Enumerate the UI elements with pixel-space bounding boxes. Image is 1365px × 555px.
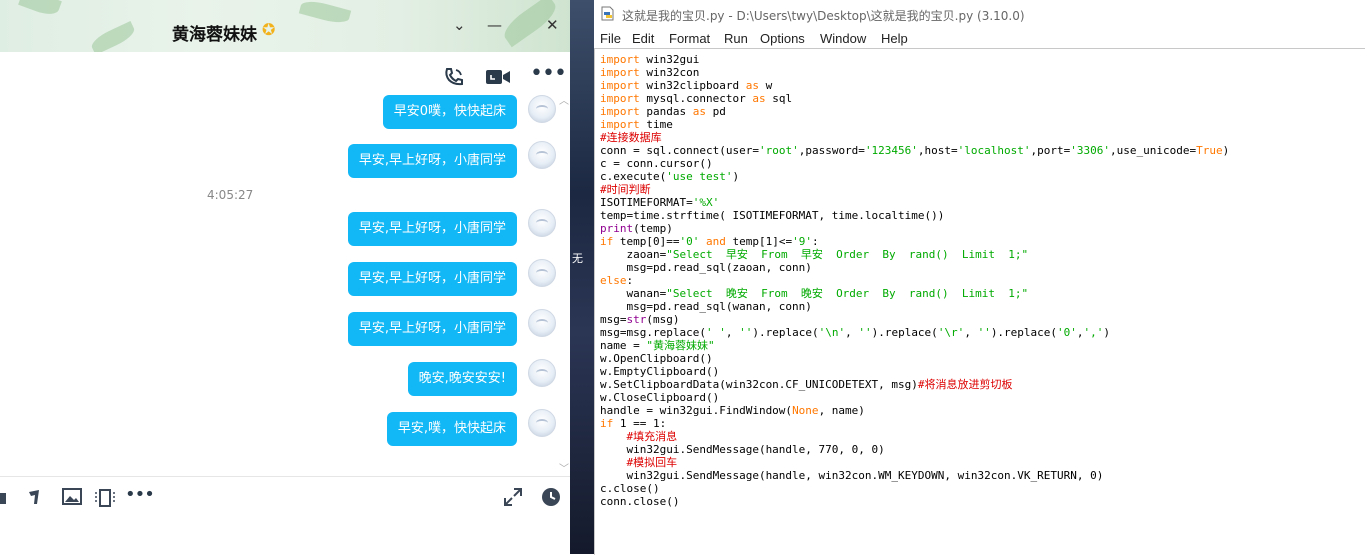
message-bubble[interactable]: 早安0噗，快快起床 [382,95,517,129]
code-line[interactable]: import time [600,118,1229,131]
message-bubble[interactable]: 晚安,晚安安安! [407,362,517,396]
code-line[interactable]: #时间判断 [600,183,1229,196]
message-bubble[interactable]: 早安,早上好呀，小唐同学 [347,212,517,246]
bamboo-leaf-decoration [88,21,138,52]
avatar[interactable] [528,95,556,123]
more-icon[interactable]: ••• [125,485,155,505]
menu-help[interactable]: Help [881,31,908,46]
desktop-background-strip [570,0,594,554]
bamboo-leaf-decoration [298,0,352,27]
chat-window: 黄海蓉妹妹 ✪ ⌄ — ✕ ••• ︿ 早安0噗，快快起床 早安,早上好呀，小唐… [0,0,570,554]
idle-editor-window: 这就是我的宝贝.py - D:\Users\twy\Desktop\这就是我的宝… [594,0,1365,555]
image-icon[interactable] [62,488,82,509]
code-line[interactable]: w.SetClipboardData(win32con.CF_UNICODETE… [600,378,1229,391]
chat-header: 黄海蓉妹妹 ✪ ⌄ — ✕ [0,0,570,52]
code-line[interactable]: wanan="Select 晚安 From 晚安 Order By rand()… [600,287,1229,300]
code-line[interactable]: conn.close() [600,495,1229,508]
code-line[interactable]: name = "黄海蓉妹妹" [600,339,1229,352]
code-line[interactable]: c.execute('use test') [600,170,1229,183]
code-line[interactable]: w.OpenClipboard() [600,352,1229,365]
desktop-text-fragment: 无 [572,252,583,265]
video-call-icon[interactable] [485,67,511,90]
bamboo-leaf-decoration [18,0,62,19]
phone-call-icon[interactable] [443,66,465,91]
scissors-icon[interactable] [27,488,45,509]
screen-capture-icon[interactable] [93,488,117,511]
code-line[interactable]: import pandas as pd [600,105,1229,118]
close-icon[interactable]: ✕ [546,16,559,34]
code-line[interactable]: if 1 == 1: [600,417,1229,430]
code-line[interactable]: w.CloseClipboard() [600,391,1229,404]
avatar[interactable] [528,359,556,387]
avatar[interactable] [528,141,556,169]
code-line[interactable]: ISOTIMEFORMAT='%X' [600,196,1229,209]
code-line[interactable]: import mysql.connector as sql [600,92,1229,105]
code-line[interactable]: import win32clipboard as w [600,79,1229,92]
scroll-down-icon[interactable]: ﹀ [559,460,569,475]
menu-window[interactable]: Window [820,31,866,46]
avatar[interactable] [528,409,556,437]
avatar[interactable] [528,209,556,237]
folder-icon[interactable] [0,489,8,509]
menu-edit[interactable]: Edit [632,31,654,46]
python-file-icon [601,6,614,21]
message-bubble[interactable]: 早安,早上好呀，小唐同学 [347,312,517,346]
star-icon: ✪ [262,20,276,39]
more-icon[interactable]: ••• [530,63,567,85]
code-line[interactable]: else: [600,274,1229,287]
time-separator: 4:05:27 [207,188,254,202]
code-line[interactable]: win32gui.SendMessage(handle, win32con.WM… [600,469,1229,482]
code-line[interactable]: import win32gui [600,53,1229,66]
history-clock-icon[interactable] [541,487,561,510]
message-bubble[interactable]: 早安,早上好呀，小唐同学 [347,262,517,296]
avatar[interactable] [528,309,556,337]
code-line[interactable]: import win32con [600,66,1229,79]
code-line[interactable]: msg=str(msg) [600,313,1229,326]
message-bubble[interactable]: 早安,噗，快快起床 [386,412,517,446]
code-text[interactable]: import win32gui import win32con import win… [600,53,1229,508]
menu-options[interactable]: Options [760,31,805,46]
menu-run[interactable]: Run [724,31,748,46]
expand-icon[interactable] [503,487,523,510]
avatar[interactable] [528,259,556,287]
code-line[interactable]: msg=msg.replace(' ', '').replace('\n', '… [600,326,1229,339]
code-line[interactable]: #填充消息 [600,430,1229,443]
code-line[interactable]: msg=pd.read_sql(zaoan, conn) [600,261,1229,274]
code-line[interactable]: c = conn.cursor() [600,157,1229,170]
code-line[interactable]: temp=time.strftime( ISOTIMEFORMAT, time.… [600,209,1229,222]
code-line[interactable]: c.close() [600,482,1229,495]
code-line[interactable]: #模拟回车 [600,456,1229,469]
code-line[interactable]: print(temp) [600,222,1229,235]
minimize-icon[interactable]: — [487,16,502,34]
message-bubble[interactable]: 早安,早上好呀，小唐同学 [347,144,517,178]
code-line[interactable]: msg=pd.read_sql(wanan, conn) [600,300,1229,313]
window-title: 这就是我的宝贝.py - D:\Users\twy\Desktop\这就是我的宝… [622,9,1025,23]
code-editor[interactable]: import win32gui import win32con import win… [594,48,1365,555]
code-line[interactable]: zaoan="Select 早安 From 早安 Order By rand()… [600,248,1229,261]
menu-file[interactable]: File [600,31,621,46]
chat-contact-name: 黄海蓉妹妹 [172,25,257,45]
code-line[interactable]: conn = sql.connect(user='root',password=… [600,144,1229,157]
chevron-down-icon[interactable]: ⌄ [453,16,466,34]
window-titlebar: 这就是我的宝贝.py - D:\Users\twy\Desktop\这就是我的宝… [594,0,1365,28]
menu-bar: File Edit Format Run Options Window Help [594,28,1365,48]
code-line[interactable]: win32gui.SendMessage(handle, 770, 0, 0) [600,443,1229,456]
code-line[interactable]: w.EmptyClipboard() [600,365,1229,378]
code-line[interactable]: #连接数据库 [600,131,1229,144]
code-line[interactable]: handle = win32gui.FindWindow(None, name) [600,404,1229,417]
scroll-up-icon[interactable]: ︿ [559,92,569,107]
code-line[interactable]: if temp[0]=='0' and temp[1]<='9': [600,235,1229,248]
input-toolbar: ••• [0,476,570,517]
menu-format[interactable]: Format [669,31,710,46]
